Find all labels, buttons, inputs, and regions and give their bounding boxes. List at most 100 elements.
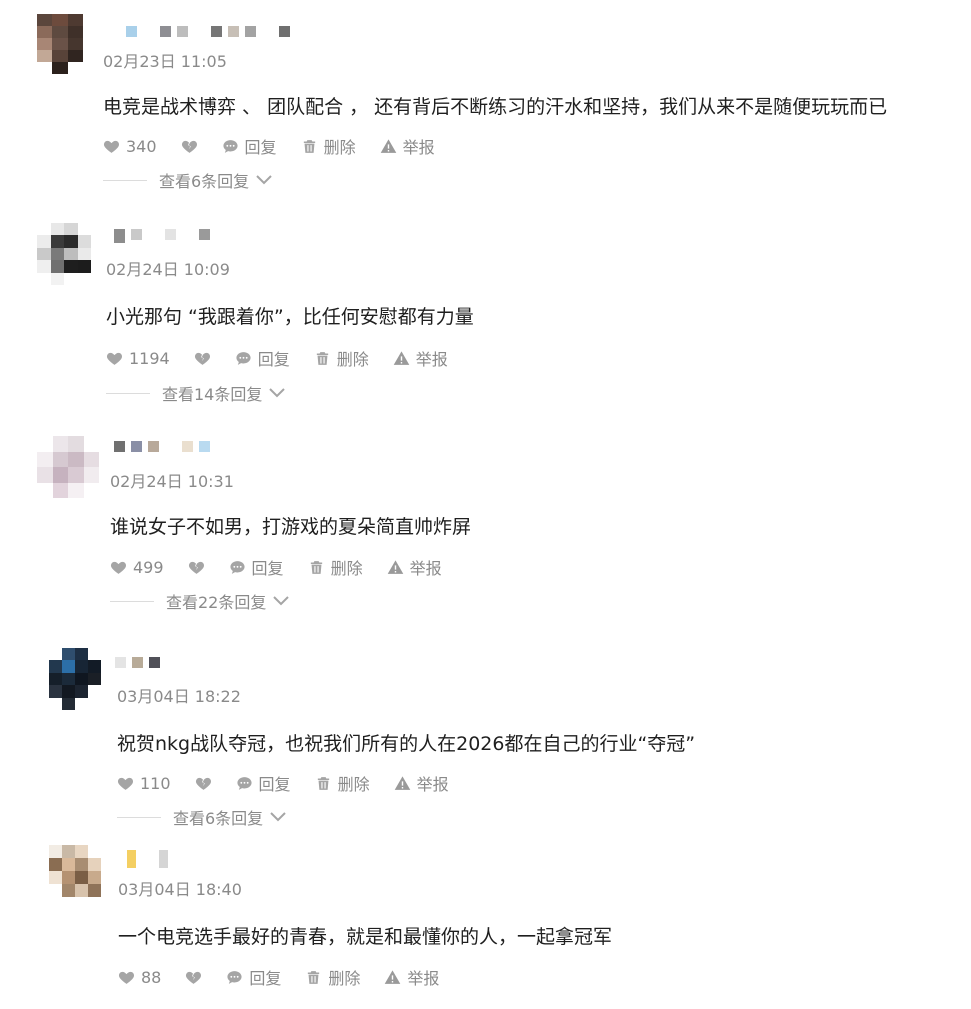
view-replies-label: 查看6条回复 xyxy=(173,809,264,828)
like-button[interactable]: 110 xyxy=(117,774,171,793)
heart-icon xyxy=(106,352,123,365)
report-label: 举报 xyxy=(407,969,440,988)
speech-bubble-icon xyxy=(236,351,251,365)
speech-bubble-icon xyxy=(229,560,245,574)
chevron-down-icon xyxy=(273,596,290,606)
comment-list: 02月23日 11:05 电竞是战术博弈 、 团队配合 ， 还有背后不断练习的汗… xyxy=(0,0,971,1009)
like-count: 1194 xyxy=(129,348,170,368)
delete-button[interactable]: 删除 xyxy=(314,346,369,370)
report-button[interactable]: 举报 xyxy=(387,555,442,579)
delete-label: 删除 xyxy=(323,138,356,157)
dislike-button[interactable] xyxy=(194,350,211,367)
heart-icon xyxy=(118,971,135,984)
reply-button[interactable]: 回复 xyxy=(235,346,290,370)
comment-actions: 88 回复 删除 举报 xyxy=(118,965,463,989)
comment-text: 谁说女子不如男，打游戏的夏朵简直帅炸屏 xyxy=(110,516,472,538)
view-replies-link[interactable]: 查看22条回复 xyxy=(110,589,290,613)
reply-button[interactable]: 回复 xyxy=(229,555,284,579)
delete-label: 删除 xyxy=(330,559,363,578)
speech-bubble-icon xyxy=(222,139,238,153)
warning-triangle-icon xyxy=(387,559,403,574)
warning-triangle-icon xyxy=(385,969,401,984)
avatar[interactable] xyxy=(49,648,101,710)
view-replies-label: 查看14条回复 xyxy=(162,385,263,404)
view-replies-label: 查看6条回复 xyxy=(159,172,250,191)
comment-text: 电竞是战术博弈 、 团队配合 ， 还有背后不断练习的汗水和坚持，我们从来不是随便… xyxy=(103,96,888,118)
comment-timestamp: 02月24日 10:09 xyxy=(106,260,230,279)
like-button[interactable]: 499 xyxy=(110,558,164,577)
view-replies-link[interactable]: 查看6条回复 xyxy=(103,168,273,192)
broken-heart-icon xyxy=(186,971,202,984)
avatar[interactable] xyxy=(49,845,101,897)
delete-button[interactable]: 删除 xyxy=(305,965,360,989)
report-label: 举报 xyxy=(416,775,449,794)
broken-heart-icon xyxy=(194,352,210,365)
view-replies-link[interactable]: 查看6条回复 xyxy=(117,805,287,829)
comment-actions: 110 回复 删除 举报 xyxy=(117,771,473,795)
username[interactable] xyxy=(115,657,160,669)
dislike-button[interactable] xyxy=(195,775,212,792)
like-button[interactable]: 340 xyxy=(103,137,157,156)
dislike-button[interactable] xyxy=(188,559,205,576)
report-button[interactable]: 举报 xyxy=(384,965,439,989)
delete-button[interactable]: 删除 xyxy=(301,134,356,158)
comment-timestamp: 03月04日 18:22 xyxy=(117,687,241,706)
reply-button[interactable]: 回复 xyxy=(236,771,291,795)
delete-label: 删除 xyxy=(336,350,369,369)
username[interactable] xyxy=(114,441,210,453)
dislike-button[interactable] xyxy=(181,138,198,155)
comment-actions: 1194 回复 删除 举报 xyxy=(106,346,472,370)
chevron-down-icon xyxy=(256,175,272,185)
heart-icon xyxy=(117,777,134,790)
reply-button[interactable]: 回复 xyxy=(222,134,277,158)
report-button[interactable]: 举报 xyxy=(393,346,448,370)
comment-timestamp: 03月04日 18:40 xyxy=(118,880,242,899)
speech-bubble-icon xyxy=(227,970,242,984)
trash-icon xyxy=(310,560,322,574)
comment-text: 一个电竞选手最好的青春，就是和最懂你的人，一起拿冠军 xyxy=(118,926,613,948)
warning-triangle-icon xyxy=(393,350,410,365)
divider xyxy=(103,179,147,181)
delete-button[interactable]: 删除 xyxy=(315,771,370,795)
avatar[interactable] xyxy=(37,223,91,285)
comment-text: 祝贺nkg战队夺冠，也祝我们所有的人在2026都在自己的行业“夺冠” xyxy=(117,733,696,755)
report-label: 举报 xyxy=(402,138,435,157)
reply-label: 回复 xyxy=(244,138,277,157)
like-count: 88 xyxy=(141,967,162,987)
delete-button[interactable]: 删除 xyxy=(308,555,363,579)
delete-label: 删除 xyxy=(337,775,370,794)
username[interactable] xyxy=(114,229,210,243)
username[interactable] xyxy=(126,26,290,38)
divider xyxy=(110,600,154,602)
comment-actions: 340 回复 删除 举报 xyxy=(103,134,459,158)
avatar[interactable] xyxy=(37,436,99,498)
report-button[interactable]: 举报 xyxy=(394,771,449,795)
reply-button[interactable]: 回复 xyxy=(226,965,281,989)
warning-triangle-icon xyxy=(394,775,410,790)
report-label: 举报 xyxy=(409,559,442,578)
like-count: 499 xyxy=(133,557,164,577)
report-button[interactable]: 举报 xyxy=(380,134,435,158)
username[interactable] xyxy=(127,850,168,868)
like-button[interactable]: 1194 xyxy=(106,349,170,368)
heart-icon xyxy=(103,140,120,153)
chevron-down-icon xyxy=(269,388,286,398)
dislike-button[interactable] xyxy=(185,969,202,986)
speech-bubble-icon xyxy=(236,776,252,790)
avatar[interactable] xyxy=(37,14,83,74)
broken-heart-icon xyxy=(195,777,211,790)
delete-label: 删除 xyxy=(328,969,361,988)
like-button[interactable]: 88 xyxy=(118,968,161,987)
divider xyxy=(117,816,161,818)
divider xyxy=(106,392,150,394)
reply-label: 回复 xyxy=(249,969,282,988)
trash-icon xyxy=(308,970,320,984)
heart-icon xyxy=(110,561,127,574)
like-count: 110 xyxy=(140,773,171,793)
comment-timestamp: 02月23日 11:05 xyxy=(103,52,227,71)
view-replies-link[interactable]: 查看14条回复 xyxy=(106,381,286,405)
broken-heart-icon xyxy=(188,561,204,574)
broken-heart-icon xyxy=(181,140,197,153)
trash-icon xyxy=(303,139,315,153)
trash-icon xyxy=(317,776,329,790)
